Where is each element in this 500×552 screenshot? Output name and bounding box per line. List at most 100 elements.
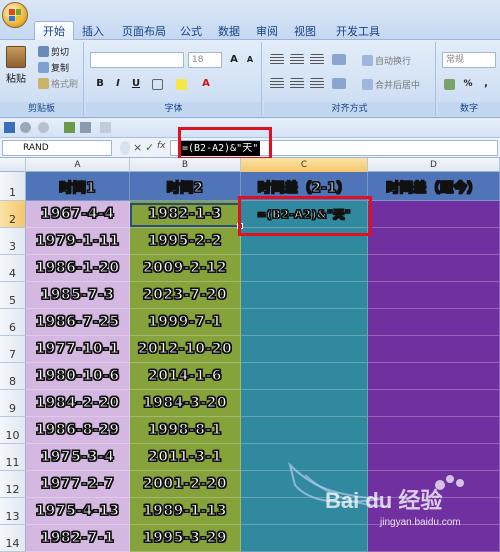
cell-d8[interactable] — [368, 363, 500, 390]
tab-developer[interactable]: 开发工具 — [330, 21, 386, 40]
row-header-3[interactable]: 3 — [0, 228, 26, 255]
row-header-5[interactable]: 5 — [0, 282, 26, 309]
tab-insert[interactable]: 插入 — [78, 21, 108, 40]
cell-c10[interactable] — [241, 417, 368, 444]
insert-function-icon[interactable]: fx — [157, 141, 166, 151]
wrap-text-button[interactable]: 自动换行 — [362, 54, 411, 67]
cell-c8[interactable] — [241, 363, 368, 390]
row-header-6[interactable]: 6 — [0, 309, 26, 336]
copy-button[interactable]: 复制 — [38, 61, 69, 74]
align-center-icon[interactable] — [290, 78, 304, 89]
row-header-4[interactable]: 4 — [0, 255, 26, 282]
tab-formulas[interactable]: 公式 — [176, 21, 206, 40]
cell-d5[interactable] — [368, 282, 500, 309]
number-format-combo[interactable]: 常规 — [442, 52, 496, 68]
save-icon[interactable] — [4, 122, 15, 133]
cell-d3[interactable] — [368, 228, 500, 255]
row-header-11[interactable]: 11 — [0, 444, 26, 471]
enter-icon[interactable]: ✓ — [145, 141, 154, 154]
undo-icon[interactable] — [20, 122, 31, 133]
align-left-icon[interactable] — [270, 78, 284, 89]
customize-qat-icon[interactable] — [100, 122, 111, 133]
print-preview-icon[interactable] — [64, 122, 75, 133]
cell-c6[interactable] — [241, 309, 368, 336]
cell-a5[interactable]: 1985-7-3 — [26, 282, 130, 309]
cancel-icon[interactable]: × — [133, 141, 142, 154]
cell-a9[interactable]: 1984-2-20 — [26, 390, 130, 417]
cell-b12[interactable]: 2001-2-20 — [130, 471, 241, 498]
bold-button[interactable]: B — [92, 76, 108, 92]
cell-a10[interactable]: 1986-8-29 — [26, 417, 130, 444]
cell-b6[interactable]: 1999-7-1 — [130, 309, 241, 336]
tab-review[interactable]: 审阅 — [252, 21, 282, 40]
cell-d1[interactable]: 时间差（距今） — [368, 172, 500, 201]
cell-c9[interactable] — [241, 390, 368, 417]
row-header-10[interactable]: 10 — [0, 417, 26, 444]
italic-button[interactable]: I — [110, 76, 126, 92]
cell-d4[interactable] — [368, 255, 500, 282]
format-painter-button[interactable]: 格式刷 — [38, 77, 78, 90]
cell-a1[interactable]: 时间1 — [26, 172, 130, 201]
cell-d2[interactable] — [368, 201, 500, 228]
borders-icon[interactable] — [152, 79, 163, 90]
paste-button[interactable]: 粘贴 — [6, 46, 26, 85]
cell-b13[interactable]: 1989-1-13 — [130, 498, 241, 525]
select-all-corner[interactable] — [0, 158, 26, 172]
cell-b11[interactable]: 2011-3-1 — [130, 444, 241, 471]
cell-a13[interactable]: 1975-4-13 — [26, 498, 130, 525]
cell-b1[interactable]: 时间2 — [130, 172, 241, 201]
row-header-14[interactable]: 14 — [0, 525, 26, 552]
font-name-combo[interactable] — [90, 52, 184, 68]
column-header-d[interactable]: D — [368, 158, 500, 172]
merge-center-button[interactable]: 合并后居中 — [362, 78, 420, 91]
cell-a7[interactable]: 1977-10-1 — [26, 336, 130, 363]
tab-page-layout[interactable]: 页面布局 — [116, 21, 172, 40]
cell-b4[interactable]: 2009-2-12 — [130, 255, 241, 282]
cut-button[interactable]: 剪切 — [38, 45, 69, 58]
spelling-icon[interactable] — [80, 122, 91, 133]
cell-a3[interactable]: 1979-1-11 — [26, 228, 130, 255]
row-header-13[interactable]: 13 — [0, 498, 26, 525]
row-header-12[interactable]: 12 — [0, 471, 26, 498]
percent-button[interactable]: % — [460, 76, 476, 92]
tab-home[interactable]: 开始 — [34, 21, 74, 40]
currency-icon[interactable] — [444, 79, 455, 90]
row-header-7[interactable]: 7 — [0, 336, 26, 363]
cell-d6[interactable] — [368, 309, 500, 336]
redo-icon[interactable] — [38, 122, 49, 133]
cell-c4[interactable] — [241, 255, 368, 282]
cell-d7[interactable] — [368, 336, 500, 363]
align-top-icon[interactable] — [270, 54, 284, 65]
cell-b9[interactable]: 1984-3-20 — [130, 390, 241, 417]
align-middle-icon[interactable] — [290, 54, 304, 65]
cell-a6[interactable]: 1986-7-25 — [26, 309, 130, 336]
align-right-icon[interactable] — [310, 78, 324, 89]
cell-c5[interactable] — [241, 282, 368, 309]
shrink-font-button[interactable]: A — [242, 52, 258, 68]
column-header-c[interactable]: C — [241, 158, 368, 172]
cell-d10[interactable] — [368, 417, 500, 444]
tab-data[interactable]: 数据 — [214, 21, 244, 40]
grow-font-button[interactable]: A — [226, 52, 242, 68]
tab-view[interactable]: 视图 — [290, 21, 320, 40]
cell-d9[interactable] — [368, 390, 500, 417]
font-size-combo[interactable]: 18 — [188, 52, 222, 68]
cell-b5[interactable]: 2023-7-20 — [130, 282, 241, 309]
cell-c7[interactable] — [241, 336, 368, 363]
font-color-button[interactable]: A — [198, 76, 214, 92]
cell-b14[interactable]: 1995-3-29 — [130, 525, 241, 552]
cell-a8[interactable]: 1980-10-6 — [26, 363, 130, 390]
column-header-a[interactable]: A — [26, 158, 130, 172]
cell-a2[interactable]: 1967-4-4 — [26, 201, 130, 228]
cell-b7[interactable]: 2012-10-20 — [130, 336, 241, 363]
cell-a12[interactable]: 1977-2-7 — [26, 471, 130, 498]
cell-a4[interactable]: 1986-1-20 — [26, 255, 130, 282]
row-header-1[interactable]: 1 — [0, 172, 26, 201]
comma-button[interactable]: , — [478, 76, 494, 92]
function-dropdown-icon[interactable] — [120, 141, 130, 155]
cell-a14[interactable]: 1982-7-1 — [26, 525, 130, 552]
orientation-icon[interactable] — [332, 54, 346, 65]
indent-icon[interactable] — [332, 78, 346, 89]
cell-b3[interactable]: 1995-2-2 — [130, 228, 241, 255]
cell-a11[interactable]: 1975-3-4 — [26, 444, 130, 471]
